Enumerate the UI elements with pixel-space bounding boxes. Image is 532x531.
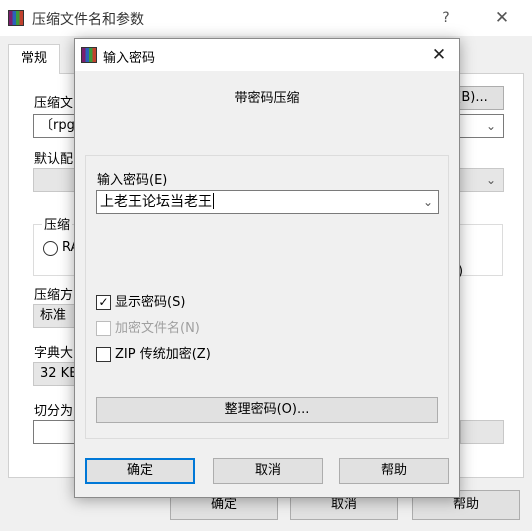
password-dialog: 输入密码 ✕ 带密码压缩 输入密码(E) 上老王论坛当老王 ⌄ ✓ 显示密码(S…: [74, 38, 460, 498]
right-side-field[interactable]: [460, 420, 504, 444]
dictionary-label: 字典大: [34, 346, 74, 361]
tab-general[interactable]: 常规: [8, 44, 60, 74]
show-password-label: 显示密码(S): [115, 295, 186, 310]
text-caret: [213, 193, 214, 209]
zip-legacy-encryption-box[interactable]: [96, 347, 111, 362]
encrypt-filenames-box[interactable]: [96, 321, 111, 336]
archive-name-label: 压缩文: [34, 96, 74, 111]
ok-button[interactable]: 确定: [85, 458, 195, 484]
encrypt-filenames-label: 加密文件名(N): [115, 321, 200, 336]
method-label: 压缩方: [34, 288, 74, 303]
show-password-checkbox[interactable]: ✓ 显示密码(S): [96, 294, 216, 312]
close-icon[interactable]: ✕: [490, 6, 514, 30]
encrypt-filenames-checkbox[interactable]: 加密文件名(N): [96, 320, 226, 338]
background-window-titlebar: 压缩文件名和参数 ? ✕: [0, 0, 532, 36]
zip-legacy-encryption-checkbox[interactable]: ZIP 传统加密(Z): [96, 346, 236, 364]
method-value: 标准: [40, 308, 67, 323]
cancel-button[interactable]: 取消: [213, 458, 323, 484]
organize-passwords-button[interactable]: 整理密码(O)...: [96, 397, 438, 423]
checkmark-icon[interactable]: ✓: [96, 295, 111, 310]
archive-name-value: 〔rpg: [40, 118, 75, 133]
chevron-down-icon[interactable]: ⌄: [478, 168, 504, 192]
help-button[interactable]: 帮助: [339, 458, 449, 484]
winrar-app-icon: [8, 10, 24, 26]
default-profile-label: 默认配: [34, 152, 74, 167]
rar-radio[interactable]: [43, 241, 58, 256]
password-label: 输入密码(E): [97, 173, 168, 188]
chevron-down-icon[interactable]: ⌄: [418, 190, 438, 214]
help-icon[interactable]: ?: [434, 6, 458, 30]
zip-legacy-encryption-label: ZIP 传统加密(Z): [115, 347, 211, 362]
compress-format-label: 压缩: [42, 214, 73, 233]
split-label: 切分为: [34, 404, 74, 419]
winrar-app-icon: [81, 47, 97, 63]
background-window-title: 压缩文件名和参数: [32, 12, 144, 28]
password-input[interactable]: 上老王论坛当老王: [96, 190, 439, 214]
close-icon[interactable]: ✕: [425, 43, 453, 67]
dictionary-value: 32 KB: [40, 366, 79, 381]
password-value: 上老王论坛当老王: [100, 194, 212, 210]
chevron-down-icon[interactable]: ⌄: [478, 114, 504, 138]
dialog-titlebar: 输入密码 ✕: [75, 39, 459, 71]
dialog-heading: 带密码压缩: [234, 91, 300, 106]
dialog-title: 输入密码: [103, 51, 156, 66]
